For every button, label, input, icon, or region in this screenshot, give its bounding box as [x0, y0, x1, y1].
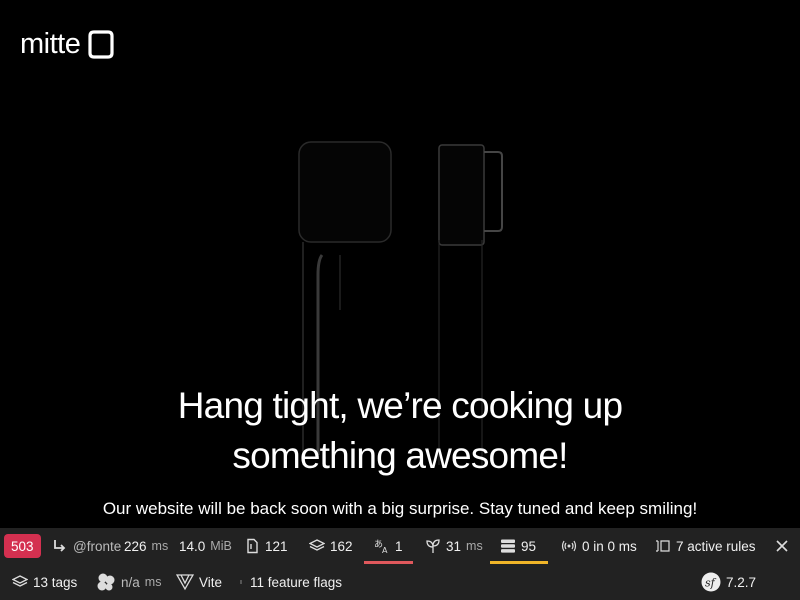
twig-value: 31: [446, 538, 462, 554]
request-time-value: 226: [124, 538, 147, 554]
svg-text:A: A: [382, 546, 388, 554]
leaf-icon: [425, 538, 441, 554]
templates-item[interactable]: 121: [244, 528, 288, 564]
feature-flags-text: 11 feature flags: [250, 574, 343, 590]
status-code-badge[interactable]: 503: [4, 534, 41, 558]
cache-tags-text: 13 tags: [33, 574, 78, 590]
debug-toolbar: 503 @fronte 226 ms 14.0 MiB 121 162 あ A …: [0, 528, 800, 600]
brand-name: mitte: [20, 28, 81, 60]
twig-unit: ms: [466, 539, 483, 553]
memory-item[interactable]: 14.0 MiB: [179, 528, 232, 564]
symfony-version-item[interactable]: sf 7.2.7: [701, 564, 756, 600]
ajax-unit: ms: [144, 575, 162, 589]
http-client-item[interactable]: 0 in 0 ms: [561, 528, 637, 564]
db-queries-count: 95: [521, 538, 537, 554]
memory-unit: MiB: [210, 539, 232, 553]
memory-value: 14.0: [179, 538, 206, 554]
templates-count: 121: [265, 538, 288, 554]
translate-icon: あA: [374, 538, 390, 554]
brand-mark-icon: [88, 30, 114, 59]
request-time-unit: ms: [151, 539, 169, 553]
close-icon: [776, 540, 788, 552]
redirect-arrow-icon: [52, 538, 68, 554]
page-subtitle: Our website will be back soon with a big…: [102, 499, 698, 518]
flag-icon: [240, 574, 245, 590]
file-icon: [244, 538, 260, 554]
symfony-logo-icon: sf: [701, 572, 721, 592]
security-item[interactable]: 7 active rules: [655, 528, 756, 564]
close-toolbar-button[interactable]: [772, 537, 792, 555]
layers-icon: [12, 574, 28, 590]
http-client-text: 0 in 0 ms: [582, 538, 637, 554]
symfony-version: 7.2.7: [726, 574, 757, 590]
layers-icon: [309, 538, 325, 554]
rules-icon: [655, 538, 671, 554]
forms-count: 162: [330, 538, 353, 554]
toolbar-row-1: 503 @fronte 226 ms 14.0 MiB 121 162 あ A …: [0, 528, 800, 564]
page-headline: Hang tight, we’re cooking up something a…: [0, 381, 800, 481]
translations-count: 1: [395, 538, 403, 554]
brand-logo[interactable]: mitte: [20, 30, 114, 59]
route-item[interactable]: @fronte: [52, 528, 121, 564]
vite-icon: [176, 573, 194, 591]
toolbar-row-2: 13 tags n/a ms Vite 11 feature flags sf: [0, 564, 800, 600]
feature-flags-item[interactable]: 11 feature flags: [240, 564, 342, 600]
headline-line-2: something awesome!: [232, 435, 568, 476]
request-time-item[interactable]: 226 ms: [124, 528, 168, 564]
ajax-value: n/a: [121, 574, 140, 590]
ajax-clover-icon: [96, 572, 116, 592]
broadcast-icon: [561, 538, 577, 554]
headline-line-1: Hang tight, we’re cooking up: [177, 385, 623, 426]
translations-item[interactable]: あA 1: [374, 528, 403, 564]
vite-label: Vite: [199, 574, 223, 590]
forms-item[interactable]: 162: [309, 528, 353, 564]
route-name: @fronte: [73, 538, 122, 554]
ajax-item[interactable]: n/a ms: [96, 564, 161, 600]
database-icon: [500, 538, 516, 554]
cache-tags-item[interactable]: 13 tags: [12, 564, 77, 600]
security-rules-text: 7 active rules: [676, 538, 756, 554]
database-item[interactable]: 95: [500, 528, 536, 564]
vite-item[interactable]: Vite: [176, 564, 222, 600]
twig-item[interactable]: 31 ms: [425, 528, 483, 564]
